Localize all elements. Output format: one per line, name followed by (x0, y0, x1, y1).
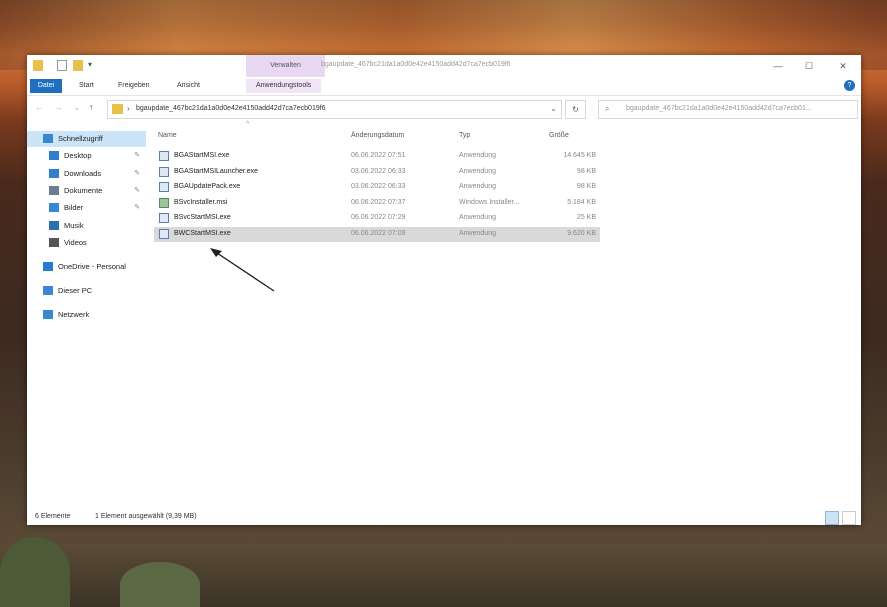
annotation-arrow (210, 248, 275, 292)
annotation-arrow-line (213, 250, 275, 292)
